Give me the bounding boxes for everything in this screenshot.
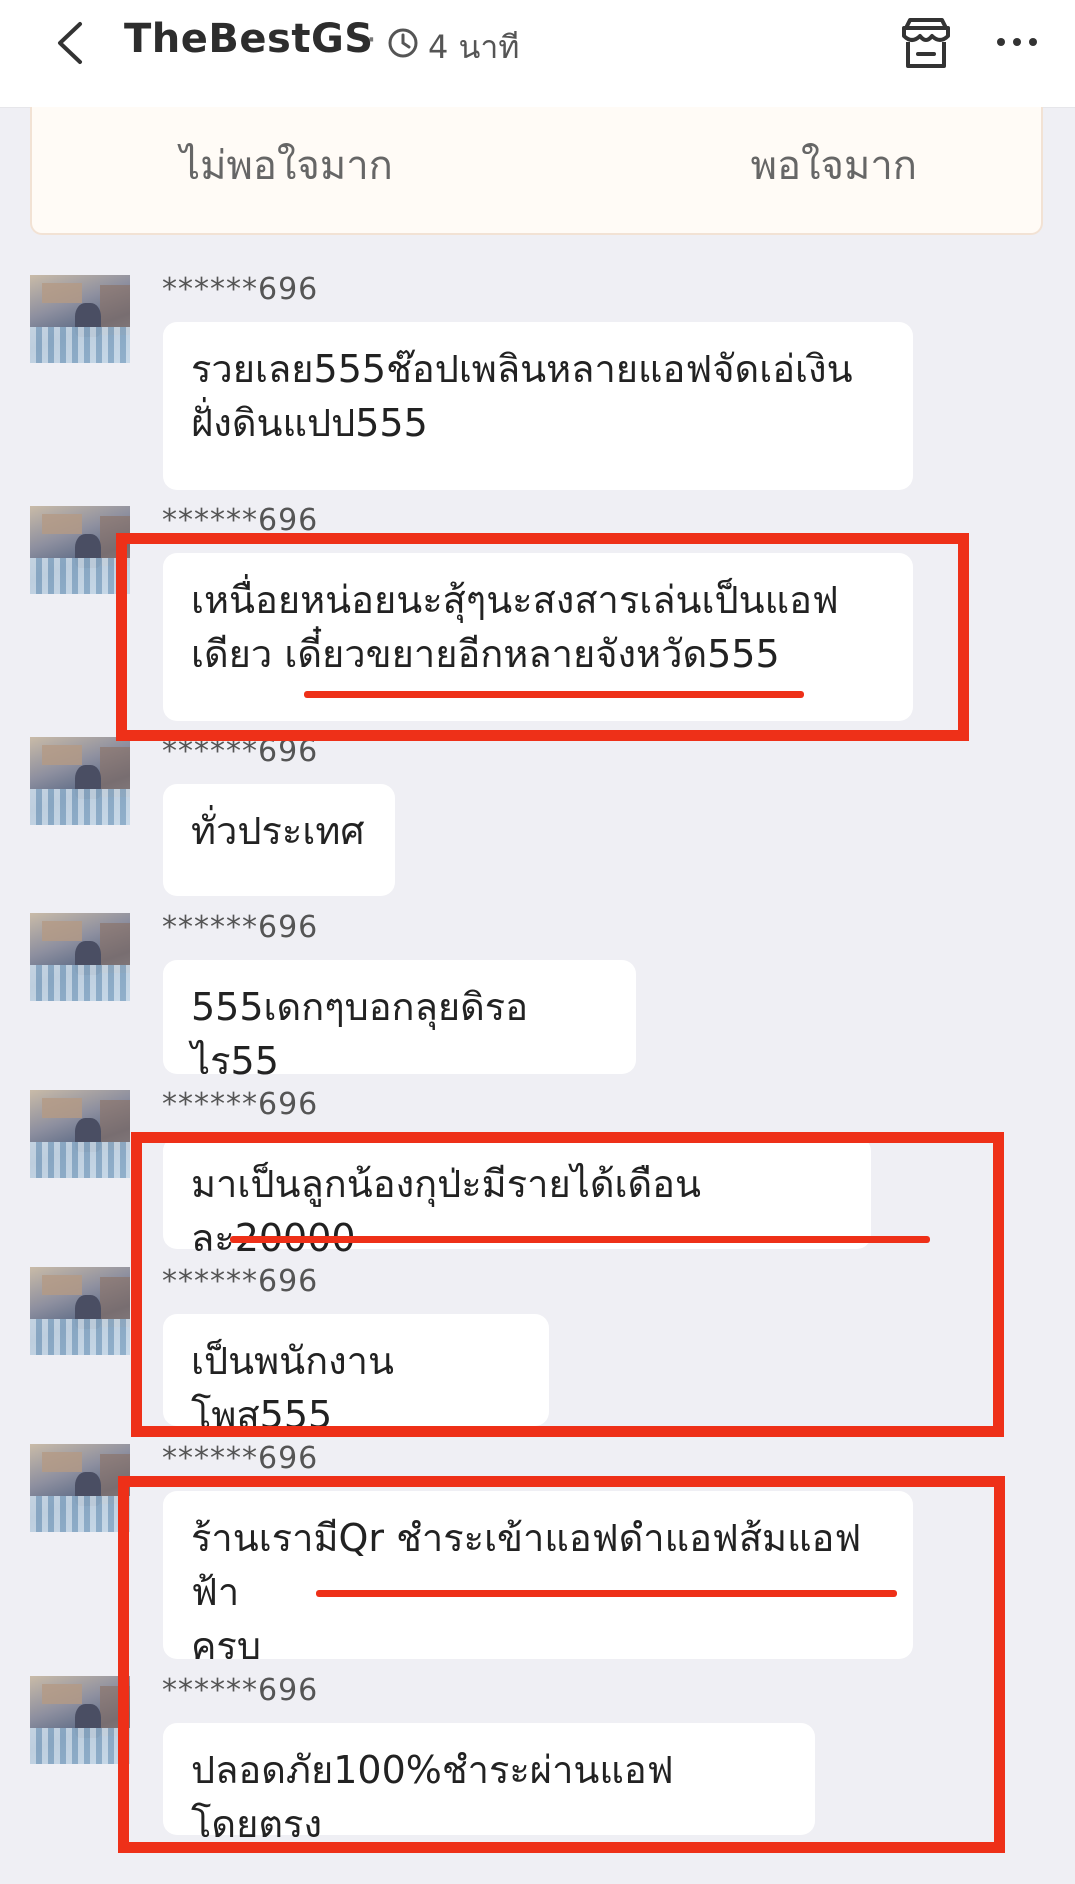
annotation-underline [304,691,804,698]
avatar[interactable] [30,1267,130,1355]
back-arrow-icon[interactable] [48,18,96,68]
last-active-time: 4 นาที [428,28,520,66]
chat-header: TheBestGS · 4 นาที [0,0,1075,108]
rating-low-label[interactable]: ไม่พอใจมาก [180,133,393,197]
avatar[interactable] [30,506,130,594]
store-icon[interactable] [896,14,956,74]
message-username: ******696 [162,910,319,945]
annotation-underline [316,1590,897,1597]
message-username: ******696 [162,1087,319,1122]
avatar[interactable] [30,275,130,363]
avatar[interactable] [30,737,130,825]
more-dots-icon[interactable] [993,18,1041,66]
message-username: ******696 [162,1441,319,1476]
clock-icon [388,28,418,58]
title-separator: · [366,20,377,60]
shop-title[interactable]: TheBestGS [124,16,374,62]
avatar[interactable] [30,1444,130,1532]
message-bubble[interactable]: ทั่วประเทศ [163,784,395,896]
message-bubble[interactable]: รวยเลย555ช๊อปเพลินหลายแอฟจัดเอ่เงิน ฝั่ง… [163,322,913,490]
annotation-underline [230,1236,930,1243]
avatar[interactable] [30,1090,130,1178]
avatar[interactable] [30,913,130,1001]
avatar[interactable] [30,1676,130,1764]
message-bubble[interactable]: 555เดกๆบอกลุยดิรอไร55 [163,960,636,1083]
annotation-box [118,1476,1005,1853]
message-username: ******696 [162,272,319,307]
rating-high-label[interactable]: พอใจมาก [751,133,917,197]
annotation-box [131,1132,1004,1437]
rating-card: ไม่พอใจมาก พอใจมาก [30,107,1043,235]
annotation-box [116,533,969,741]
